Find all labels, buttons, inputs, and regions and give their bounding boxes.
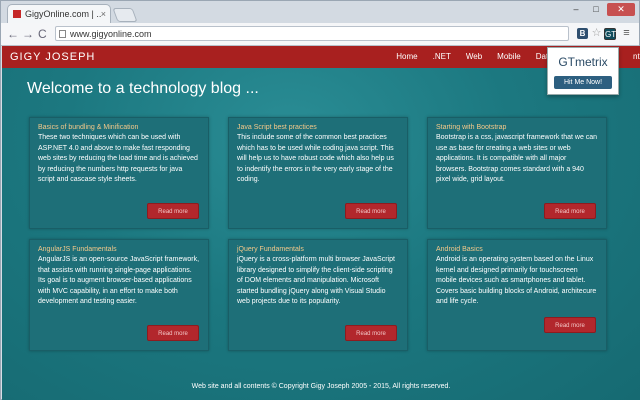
card-title[interactable]: Starting with Bootstrap: [436, 124, 598, 131]
new-tab-button[interactable]: [112, 8, 138, 22]
reload-icon[interactable]: C: [38, 27, 47, 41]
hit-me-now-button[interactable]: Hit Me Now!: [554, 76, 612, 89]
menu-item-dotnet[interactable]: .NET: [433, 52, 451, 61]
maximize-button[interactable]: □: [587, 3, 605, 16]
read-more-button[interactable]: Read more: [544, 317, 596, 333]
read-more-button[interactable]: Read more: [544, 203, 596, 219]
menu-item-partial[interactable]: nt: [633, 52, 640, 61]
browser-window: GigyOnline.com | ... × – □ ✕ ← → C www.g…: [0, 0, 640, 400]
web-page: GIGY JOSEPH Home .NET Web Mobile Databas…: [2, 46, 640, 400]
address-bar[interactable]: www.gigyonline.com: [55, 26, 569, 41]
gtmetrix-extension-icon[interactable]: GT: [604, 28, 616, 40]
menu-item-home[interactable]: Home: [396, 52, 417, 61]
window-controls: – □ ✕: [567, 3, 635, 16]
card-text: Bootstrap is a css, javascript framework…: [436, 134, 598, 184]
site-navbar: GIGY JOSEPH Home .NET Web Mobile Databas…: [2, 46, 640, 68]
card-text: jQuery is a cross-platform multi browser…: [237, 256, 395, 306]
read-more-button[interactable]: Read more: [147, 325, 199, 341]
gtmetrix-popup: GTmetrix Hit Me Now!: [547, 47, 619, 95]
url-text: www.gigyonline.com: [70, 29, 152, 39]
gtmetrix-title: GTmetrix: [558, 55, 608, 69]
menu-item-mobile[interactable]: Mobile: [497, 52, 521, 61]
menu-icon[interactable]: ≡: [621, 28, 632, 39]
site-menu: Home .NET Web Mobile Database: [381, 52, 570, 61]
bookmark-extension-icon[interactable]: B: [577, 28, 588, 39]
card-text: These two techniques which can be used w…: [38, 134, 198, 184]
card-title[interactable]: AngularJS Fundamentals: [38, 246, 200, 253]
card-text: AngularJS is an open-source JavaScript f…: [38, 256, 200, 306]
minimize-button[interactable]: –: [567, 3, 585, 16]
site-brand[interactable]: GIGY JOSEPH: [10, 51, 95, 63]
browser-toolbar: ← → C www.gigyonline.com B ☆ GT ≡: [1, 23, 639, 46]
tab-close-icon[interactable]: ×: [101, 9, 106, 19]
read-more-button[interactable]: Read more: [147, 203, 199, 219]
favicon-icon: [13, 10, 21, 18]
title-bar: GigyOnline.com | ... × – □ ✕: [1, 1, 639, 23]
site-footer: Web site and all contents © Copyright Gi…: [191, 383, 451, 390]
tab-title: GigyOnline.com | ...: [25, 9, 101, 19]
card-title[interactable]: jQuery Fundamentals: [237, 246, 399, 253]
menu-item-web[interactable]: Web: [466, 52, 482, 61]
forward-icon[interactable]: →: [22, 27, 34, 41]
page-icon: [59, 30, 66, 38]
card-text: Android is an operating system based on …: [436, 256, 597, 306]
read-more-button[interactable]: Read more: [345, 203, 397, 219]
card-title[interactable]: Basics of bundling & Minification: [38, 124, 200, 131]
card-title[interactable]: Android Basics: [436, 246, 598, 253]
read-more-button[interactable]: Read more: [345, 325, 397, 341]
page-title: Welcome to a technology blog ...: [27, 80, 259, 97]
close-button[interactable]: ✕: [607, 3, 635, 16]
browser-tab[interactable]: GigyOnline.com | ... ×: [7, 4, 111, 23]
star-icon[interactable]: ☆: [591, 28, 602, 39]
article-card: Android Basics Android is an operating s…: [427, 239, 607, 351]
back-icon[interactable]: ←: [7, 27, 19, 41]
card-text: This include some of the common best pra…: [237, 134, 394, 184]
card-title[interactable]: Java Script best practices: [237, 124, 399, 131]
